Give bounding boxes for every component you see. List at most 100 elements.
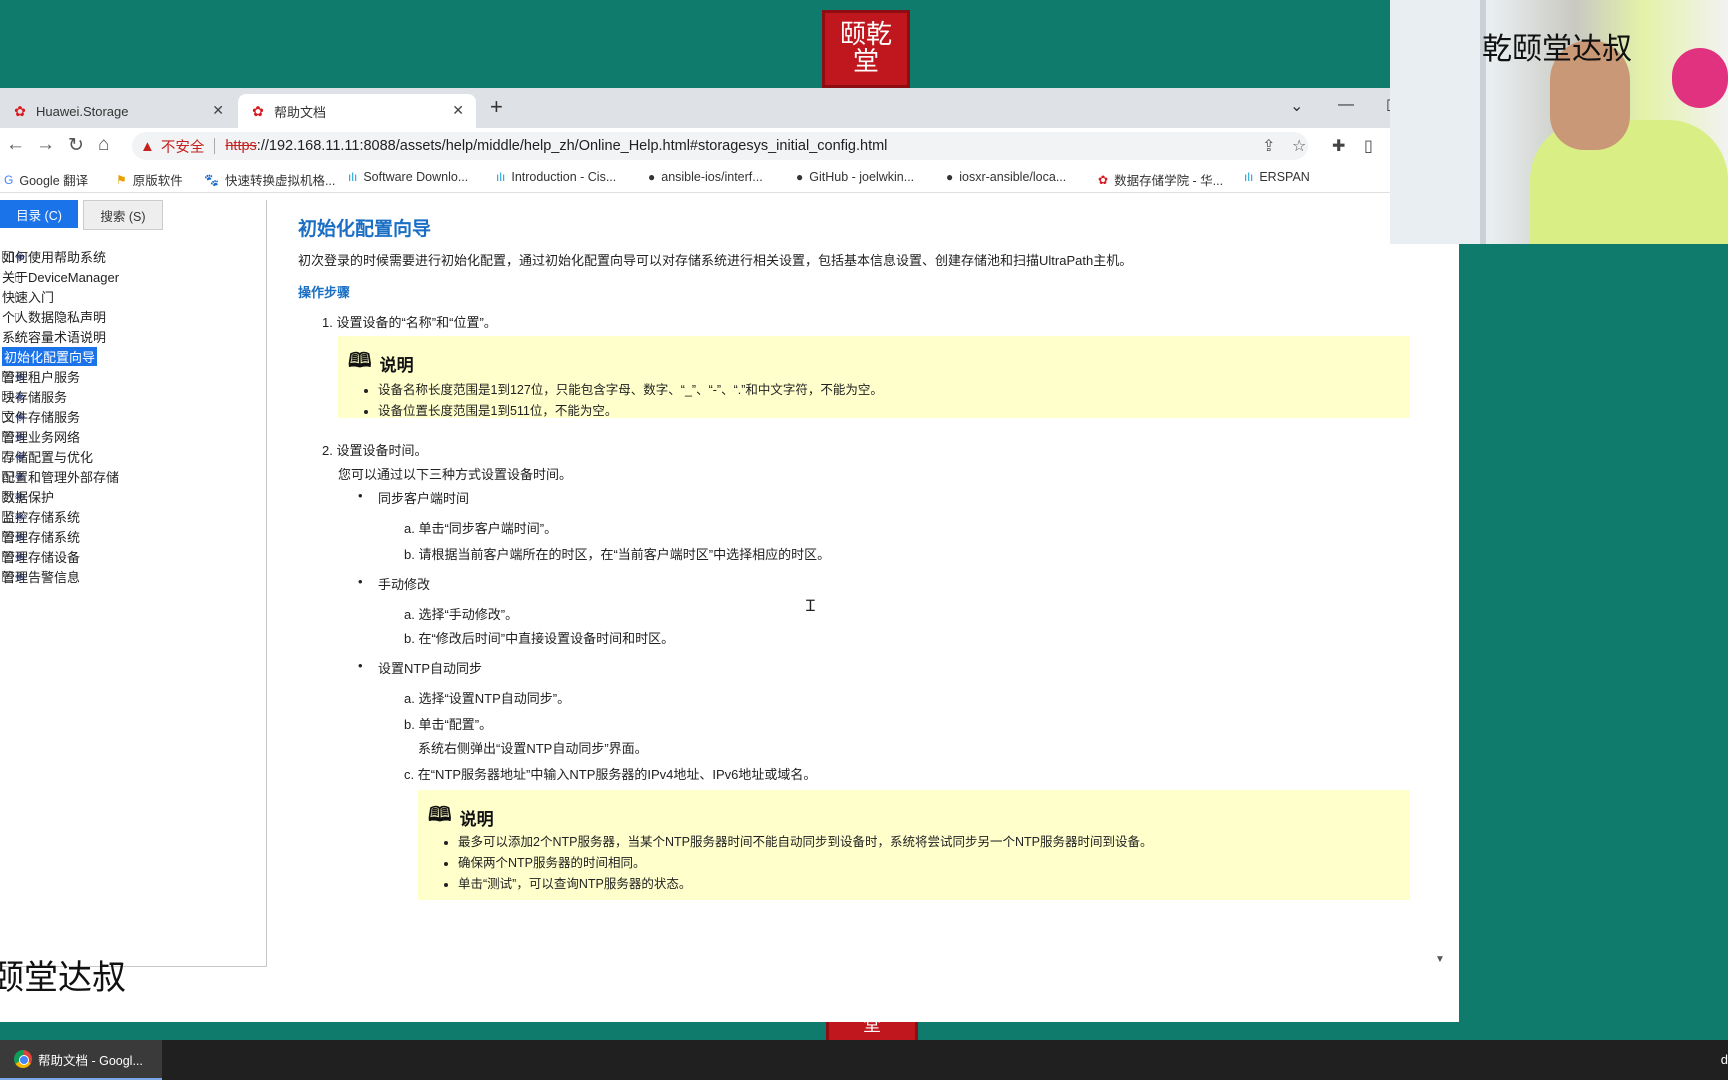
tree-node[interactable]: ▯ 关于DeviceManager [2,266,119,286]
taskbar-chrome-item[interactable]: 帮助文档 - Googl... [0,1040,162,1080]
share-icon[interactable]: ⇪ [1262,136,1275,156]
tree-node[interactable]: + ◈ 管理租户服务 [2,366,80,386]
substep: a. 选择“手动修改”。 [404,607,519,622]
tree-node[interactable]: + ◈ 配置和管理外部存储 [2,466,119,486]
microphone-icon [1672,48,1728,108]
bookmark-item[interactable]: 🐾 快速转换虚拟机格... [204,170,335,189]
steps-heading: 操作步骤 [298,285,351,300]
note-box: 🕮说明 最多可以添加2个NTP服务器，当某个NTP服务器时间不能自动同步到设备时… [418,790,1410,900]
tree-node[interactable]: + ◈ 块存储服务 [2,386,67,406]
url-text: ://192.168.11.11:8088/assets/help/middle… [256,138,888,154]
help-content: 初始化配置向导 初次登录的时候需要进行初始化配置，通过初始化配置向导可以对存储系… [270,200,1430,968]
chrome-icon [14,1050,32,1068]
contents-tree: + ◈ 如何使用帮助系统 ▯ 关于DeviceManager ▯ 快速入门 ▯ 个人数据隐… [2,246,119,586]
close-tab-icon[interactable]: ✕ [212,102,224,119]
cisco-icon: ılı [496,170,506,184]
help-navigation-pane: 目录 (C) 搜索 (S) + ◈ 如何使用帮助系统 ▯ 关于DeviceManage… [0,200,267,967]
bookmark-item[interactable]: ılı Software Downlo... [348,170,468,184]
google-translate-icon: G [4,172,14,187]
bullet-icon: • [358,574,363,589]
webcam-watermark: 乾颐堂达叔 [1482,32,1632,67]
close-tab-icon[interactable]: ✕ [452,102,464,119]
bookmark-item[interactable]: ✿ 数据存储学院 - 华... [1098,170,1223,189]
browser-window: ✿ Huawei.Storage ✕ ✿ 帮助文档 ✕ + ⌄ — ☐ ← → … [0,88,1459,1022]
taskbar: 帮助文档 - Googl... d [0,1040,1728,1080]
bookmark-item[interactable]: ılı Introduction - Cis... [496,170,616,184]
substep: b. 请根据当前客户端所在的时区，在“当前客户端时区”中选择相应的时区。 [404,547,831,562]
divider [214,138,216,154]
address-bar[interactable]: ▲ 不安全 https ://192.168.11.11:8088/assets… [132,132,1308,160]
tab-strip: ✿ Huawei.Storage ✕ ✿ 帮助文档 ✕ + ⌄ — ☐ [0,88,1459,128]
extensions-icon[interactable]: ✚ [1332,136,1345,156]
tree-node[interactable]: + ◈ 文件存储服务 [2,406,80,426]
new-tab-icon[interactable]: + [490,94,503,120]
note-list: 设备名称长度范围是1到127位，只能包含字母、数字、“_”、“-”、“.”和中文… [366,380,883,422]
baidu-paw-icon: 🐾 [204,172,219,187]
tree-node[interactable]: ▯ 个人数据隐私声明 [2,306,106,326]
bookmark-star-icon[interactable]: ☆ [1292,136,1306,156]
huawei-favicon-icon: ✿ [1098,172,1109,187]
bookmark-item[interactable]: ● iosxr-ansible/loca... [946,170,1066,184]
list-item: 最多可以添加2个NTP服务器，当某个NTP服务器时间不能自动同步到设备时，系统将… [458,832,1152,853]
tree-node[interactable]: + ◈ 管理告警信息 [2,566,80,586]
bookmark-item[interactable]: ⚑ 原版软件 [116,170,183,189]
tree-node[interactable]: + ◈ 管理业务网络 [2,426,80,446]
browser-toolbar: ← → ↻ ⌂ ▲ 不安全 https ://192.168.11.11:808… [0,128,1459,164]
home-icon[interactable]: ⌂ [98,134,109,156]
tab-contents[interactable]: 目录 (C) [0,200,78,228]
bookmark-item[interactable]: G Google 翻译 [4,170,88,189]
warning-icon: ▲ [140,137,155,155]
intro-text: 初次登录的时候需要进行初始化配置，通过初始化配置向导可以对存储系统进行相关设置，… [298,253,1133,268]
substep: a. 单击“同步客户端时间”。 [404,521,558,536]
tab-help-docs[interactable]: ✿ 帮助文档 ✕ [238,94,476,128]
note-list: 最多可以添加2个NTP服务器，当某个NTP服务器时间不能自动同步到设备时，系统将… [446,832,1152,895]
substep: c. 在“NTP服务器地址”中输入NTP服务器的IPv4地址、IPv6地址或域名… [404,767,817,782]
github-icon: ● [648,170,656,184]
step-2-desc: 您可以通过以下三种方式设置设备时间。 [338,467,573,482]
huawei-favicon-icon: ✿ [252,103,264,119]
cisco-icon: ılı [1244,170,1254,184]
taskbar-item-label: 帮助文档 - Googl... [38,1053,143,1068]
option-ntp: 设置NTP自动同步 [378,661,483,676]
side-panel-icon[interactable]: ▯ [1364,136,1373,156]
back-icon[interactable]: ← [6,134,25,156]
tab-search-icon[interactable]: ⌄ [1290,96,1303,116]
tree-node[interactable]: ▯ 快速入门 [2,286,54,306]
list-item: 单击“测试”，可以查询NTP服务器的状态。 [458,874,1152,895]
bookmark-item[interactable]: ● ansible-ios/interf... [648,170,763,184]
step-1: 1. 设置设备的“名称”和“位置”。 [322,315,497,330]
tab-huawei-storage[interactable]: ✿ Huawei.Storage ✕ [0,94,236,128]
substep: b. 在“修改后时间”中直接设置设备时间和时区。 [404,631,675,646]
bookmarks-bar: G Google 翻译 ⚑ 原版软件 🐾 快速转换虚拟机格... ılı Softwar… [0,164,1459,193]
list-item: 确保两个NTP服务器的时间相同。 [458,853,1152,874]
tree-node[interactable]: + ◈ 监控存储系统 [2,506,80,526]
bookmark-item[interactable]: ılı ERSPAN [1244,170,1310,184]
substep: a. 选择“设置NTP自动同步”。 [404,691,571,706]
forward-icon[interactable]: → [36,134,55,156]
book-open-icon: 🕮 [428,804,452,826]
bullet-icon: • [358,488,363,503]
bullet-icon: • [358,658,363,673]
tree-node-selected[interactable]: ▯初始化配置向导 [2,346,98,366]
tree-node[interactable]: ▯ 系统容量术语说明 [2,326,106,346]
tree-node[interactable]: + ◈ 如何使用帮助系统 [2,246,106,266]
tree-node[interactable]: + ◈ 管理存储系统 [2,526,80,546]
tree-node[interactable]: + ◈ 数据保护 [2,486,54,506]
not-secure-label[interactable]: 不安全 [161,136,205,157]
scroll-down-icon[interactable]: ▼ [1435,954,1445,965]
text-cursor-icon: Ɪ [806,598,815,615]
tab-title: 帮助文档 [274,104,327,120]
bookmark-item[interactable]: ● GitHub - joelwkin... [796,170,914,184]
note-title: 🕮 说明 [348,346,414,380]
tab-search[interactable]: 搜索 (S) [83,200,163,230]
minimize-icon[interactable]: — [1338,96,1354,114]
url-scheme: https [225,138,257,154]
list-item: 设备名称长度范围是1到127位，只能包含字母、数字、“_”、“-”、“.”和中文… [378,380,883,401]
substep-desc: 系统右侧弹出“设置NTP自动同步”界面。 [418,741,648,756]
tree-node[interactable]: + ◈ 管理存储设备 [2,546,80,566]
page-title: 初始化配置向导 [298,219,432,240]
reload-icon[interactable]: ↻ [68,134,84,157]
option-sync-client: 同步客户端时间 [378,491,470,506]
tree-node[interactable]: + ◈ 存储配置与优化 [2,446,93,466]
huawei-favicon-icon: ✿ [14,103,26,119]
